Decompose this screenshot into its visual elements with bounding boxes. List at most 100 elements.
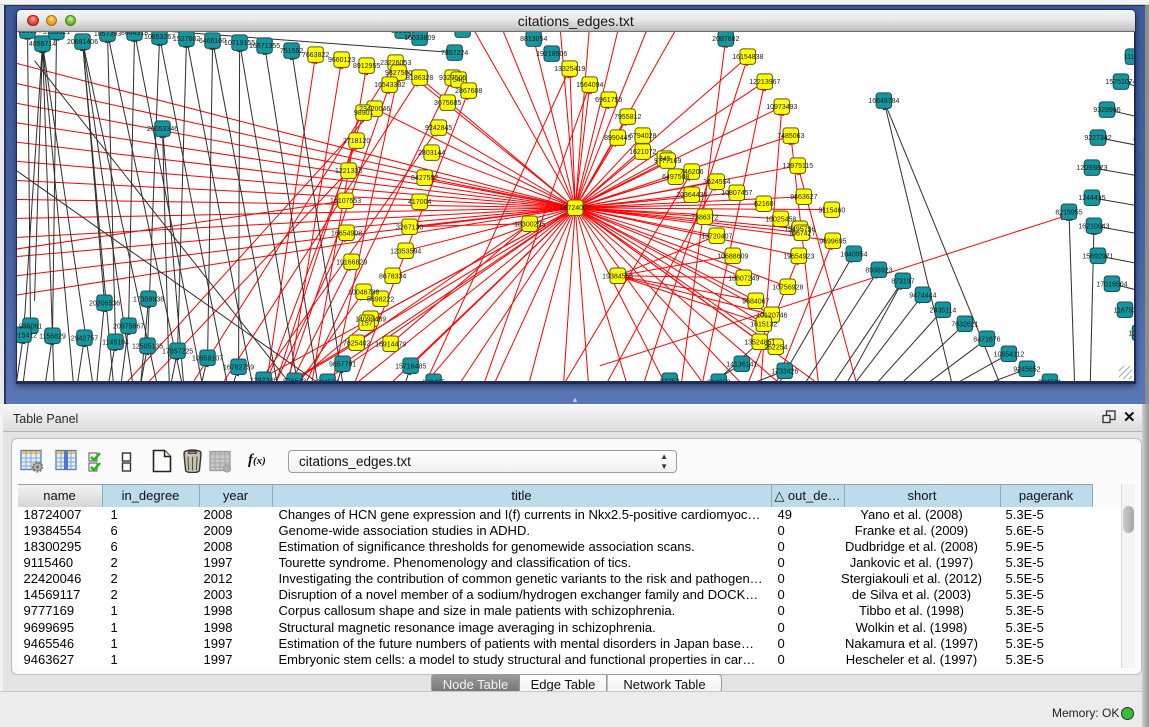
svg-text:19218506: 19218506 bbox=[536, 51, 567, 58]
svg-text:2803144: 2803144 bbox=[418, 150, 445, 157]
svg-text:15716485: 15716485 bbox=[395, 363, 426, 370]
svg-text:7386372: 7386372 bbox=[691, 214, 718, 221]
svg-text:1615132: 1615132 bbox=[750, 321, 777, 328]
svg-text:2867608: 2867608 bbox=[455, 88, 482, 95]
svg-text:83252: 83252 bbox=[660, 378, 680, 383]
svg-text:62160: 62160 bbox=[754, 201, 774, 208]
svg-text:8912955: 8912955 bbox=[353, 63, 380, 70]
svg-text:9777169: 9777169 bbox=[654, 158, 681, 165]
svg-text:16654908: 16654908 bbox=[331, 230, 362, 237]
svg-text:15720407: 15720407 bbox=[701, 233, 732, 240]
svg-text:746206: 746206 bbox=[680, 169, 703, 176]
svg-text:2942757: 2942757 bbox=[71, 335, 98, 342]
svg-text:9657791: 9657791 bbox=[329, 361, 356, 368]
svg-text:2935114: 2935114 bbox=[930, 307, 957, 314]
svg-text:116753: 116753 bbox=[1114, 307, 1135, 314]
svg-text:8186328: 8186328 bbox=[406, 75, 433, 82]
svg-text:873197: 873197 bbox=[891, 278, 914, 285]
svg-text:11123: 11123 bbox=[1124, 54, 1135, 61]
svg-text:12213967: 12213967 bbox=[749, 79, 780, 86]
svg-text:1292346: 1292346 bbox=[250, 377, 277, 383]
svg-text:935061: 935061 bbox=[19, 323, 42, 330]
svg-text:16648784: 16648784 bbox=[868, 98, 899, 105]
svg-text:6961755: 6961755 bbox=[595, 97, 622, 104]
svg-text:8938923: 8938923 bbox=[865, 267, 892, 274]
svg-text:17957225: 17957225 bbox=[162, 348, 193, 355]
svg-text:9227342: 9227342 bbox=[1084, 135, 1111, 142]
svg-text:3915412: 3915412 bbox=[17, 332, 37, 339]
svg-text:1640954: 1640954 bbox=[840, 251, 867, 258]
svg-text:924501: 924501 bbox=[316, 379, 339, 383]
svg-text:546: 546 bbox=[453, 77, 465, 84]
svg-text:1527602: 1527602 bbox=[173, 36, 200, 43]
svg-text:1057393: 1057393 bbox=[94, 32, 121, 38]
svg-text:9153521: 9153521 bbox=[43, 32, 70, 36]
svg-text:12975115: 12975115 bbox=[783, 163, 814, 170]
svg-text:7357224: 7357224 bbox=[441, 50, 468, 57]
svg-text:17359938: 17359938 bbox=[133, 296, 164, 303]
svg-text:16154838: 16154838 bbox=[732, 54, 763, 61]
svg-text:20364436: 20364436 bbox=[676, 192, 707, 199]
svg-text:6466160: 6466160 bbox=[199, 38, 226, 45]
svg-text:3267130: 3267130 bbox=[396, 224, 423, 231]
svg-text:8427552: 8427552 bbox=[411, 175, 438, 182]
svg-text:1244415: 1244415 bbox=[1078, 195, 1105, 202]
svg-text:1221338: 1221338 bbox=[335, 168, 362, 175]
svg-text:16782759: 16782759 bbox=[223, 364, 254, 371]
svg-text:3624554: 3624554 bbox=[703, 179, 730, 186]
svg-text:252254: 252254 bbox=[764, 344, 787, 351]
svg-text:9660123: 9660123 bbox=[328, 57, 355, 64]
svg-text:10653267: 10653267 bbox=[144, 34, 175, 41]
svg-text:8813054: 8813054 bbox=[520, 36, 547, 43]
svg-text:16543382: 16543382 bbox=[374, 82, 405, 89]
svg-text:10807457: 10807457 bbox=[721, 190, 752, 197]
svg-text:924501: 924501 bbox=[1038, 379, 1061, 383]
svg-text:15751074: 15751074 bbox=[1105, 79, 1135, 86]
svg-text:914352: 914352 bbox=[707, 379, 730, 383]
svg-text:9474444: 9474444 bbox=[909, 292, 936, 299]
svg-text:20691406: 20691406 bbox=[67, 39, 98, 46]
svg-text:417004: 417004 bbox=[408, 199, 431, 206]
svg-text:18724007: 18724007 bbox=[560, 205, 591, 212]
svg-text:9463627: 9463627 bbox=[790, 194, 817, 201]
svg-text:98901: 98901 bbox=[354, 110, 374, 117]
svg-text:4055714: 4055714 bbox=[29, 41, 56, 48]
svg-text:16210643: 16210643 bbox=[1078, 223, 1109, 230]
svg-text:19166829: 19166829 bbox=[336, 259, 367, 266]
svg-text:10025458: 10025458 bbox=[765, 216, 796, 223]
svg-text:12505135: 12505135 bbox=[132, 343, 163, 350]
svg-text:20975867: 20975867 bbox=[113, 323, 144, 330]
svg-text:12353594: 12353594 bbox=[390, 248, 421, 255]
svg-text:23226053: 23226053 bbox=[380, 60, 411, 67]
svg-text:6794028: 6794028 bbox=[629, 133, 656, 140]
svg-text:16033809: 16033809 bbox=[404, 35, 435, 42]
svg-text:10973493: 10973493 bbox=[766, 104, 797, 111]
svg-text:157: 157 bbox=[361, 320, 373, 327]
svg-text:9242845: 9242845 bbox=[425, 125, 452, 132]
svg-text:7485063: 7485063 bbox=[777, 133, 804, 140]
svg-text:1156829: 1156829 bbox=[39, 333, 66, 340]
svg-text:1733426: 1733426 bbox=[771, 368, 798, 375]
svg-text:2718120: 2718120 bbox=[343, 138, 370, 145]
svg-text:5698222: 5698222 bbox=[367, 296, 394, 303]
svg-text:18300295: 18300295 bbox=[514, 221, 545, 228]
svg-text:15692971: 15692971 bbox=[1082, 253, 1113, 260]
svg-text:20053346: 20053346 bbox=[147, 126, 178, 133]
svg-text:7955812: 7955812 bbox=[614, 114, 641, 121]
svg-text:122034: 122034 bbox=[1128, 330, 1135, 337]
svg-text:10688609: 10688609 bbox=[717, 253, 748, 260]
svg-text:10120746: 10120746 bbox=[756, 312, 787, 319]
svg-text:8471676: 8471676 bbox=[973, 336, 1000, 343]
svg-text:12093873: 12093873 bbox=[1076, 165, 1107, 172]
svg-text:9329966: 9329966 bbox=[1093, 107, 1120, 114]
svg-text:1621072: 1621072 bbox=[629, 149, 656, 156]
svg-text:8215955: 8215955 bbox=[1055, 209, 1082, 216]
svg-text:7663822: 7663822 bbox=[302, 52, 329, 59]
svg-text:1145194: 1145194 bbox=[102, 339, 129, 346]
svg-text:7625402: 7625402 bbox=[343, 340, 370, 347]
svg-text:8678334: 8678334 bbox=[379, 273, 406, 280]
svg-text:19654923: 19654923 bbox=[783, 253, 814, 260]
svg-text:4663104: 4663104 bbox=[17, 32, 41, 35]
svg-text:7632621: 7632621 bbox=[951, 321, 978, 328]
svg-text:10756928: 10756928 bbox=[772, 284, 803, 291]
